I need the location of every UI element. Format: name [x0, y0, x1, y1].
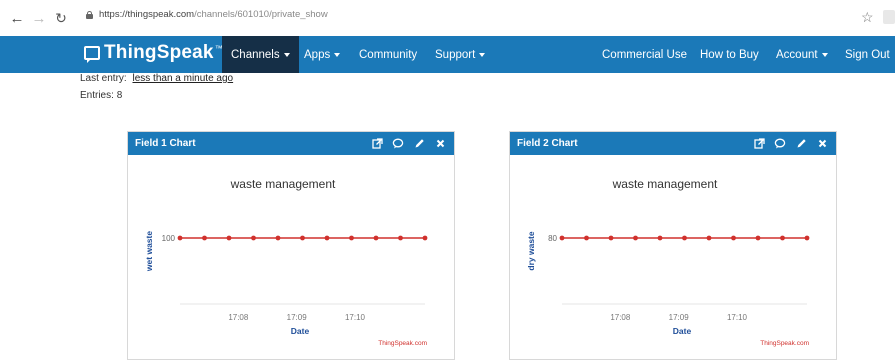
data-point [177, 235, 183, 241]
forward-arrow-icon[interactable]: → [28, 7, 50, 29]
url-path: /channels/601010/private_show [194, 9, 328, 20]
field-2-chart-panel: Field 2 Chart waste management dry waste 8… [509, 131, 837, 360]
x-tick-label: 17:10 [727, 313, 748, 322]
y-tick-label: 80 [548, 234, 557, 243]
nav-sign-out[interactable]: Sign Out [845, 36, 890, 73]
nav-channels[interactable]: Channels [222, 36, 299, 73]
nav-commercial-use[interactable]: Commercial Use [602, 36, 687, 73]
data-point [202, 235, 207, 241]
x-axis-title: Date [673, 326, 692, 336]
chevron-down-icon [479, 52, 486, 57]
data-point [559, 235, 565, 241]
external-link-icon[interactable] [753, 136, 765, 150]
panel-tools [371, 136, 446, 150]
chevron-down-icon [334, 52, 341, 57]
browser-toolbar: ← → ↻ https://thingspeak.com/channels/60… [0, 0, 895, 36]
x-tick-label: 17:08 [228, 313, 249, 322]
data-point [251, 235, 256, 241]
close-icon[interactable] [816, 136, 828, 150]
data-point [657, 235, 663, 241]
pencil-icon[interactable] [795, 136, 807, 150]
nav-apps-label: Apps [304, 48, 331, 61]
x-tick-label: 17:09 [669, 313, 690, 322]
chevron-down-icon [283, 52, 290, 57]
site-navbar: ThingSpeak ™ Channels Apps Community Sup… [0, 36, 895, 73]
data-point [804, 235, 810, 241]
nav-account-label: Account [776, 48, 818, 61]
data-point [300, 235, 305, 241]
url-host: https://thingspeak.com [99, 9, 195, 20]
panel-title: Field 2 Chart [517, 138, 578, 149]
speech-bubble-icon [84, 46, 100, 63]
x-tick-label: 17:10 [345, 313, 366, 322]
chart-title: waste management [230, 177, 336, 191]
reload-icon[interactable]: ↻ [50, 7, 72, 29]
field-1-line-chart: waste management wet waste 100 17:08 17:09 17… [144, 177, 428, 347]
bookmark-star-icon[interactable]: ☆ [861, 9, 874, 26]
x-tick-label: 17:08 [610, 313, 631, 322]
chart-title: waste management [612, 177, 718, 191]
data-point [584, 235, 589, 241]
chevron-down-icon [821, 52, 828, 57]
field-1-chart-panel: Field 1 Chart waste management wet waste 1… [127, 131, 455, 360]
y-axis-title: wet waste [144, 231, 154, 272]
panel-header: Field 2 Chart [510, 132, 836, 155]
data-point [608, 235, 614, 241]
address-bar[interactable]: https://thingspeak.com/channels/601010/p… [86, 9, 328, 20]
x-tick-label: 17:09 [287, 313, 308, 322]
last-entry-label: Last entry: [80, 73, 127, 84]
lock-icon [86, 10, 93, 19]
nav-community[interactable]: Community [359, 36, 417, 73]
nav-apps[interactable]: Apps [304, 36, 341, 73]
x-axis-title: Date [291, 326, 310, 336]
last-entry-row: Last entry: less than a minute ago [80, 73, 233, 84]
data-point [731, 235, 736, 241]
data-point [226, 235, 232, 241]
panel-header: Field 1 Chart [128, 132, 454, 155]
y-tick-label: 100 [162, 234, 176, 243]
pencil-icon[interactable] [413, 136, 425, 150]
field-2-line-chart: waste management dry waste 80 17:08 17:09 17:… [526, 177, 810, 347]
data-point [706, 235, 712, 241]
panel-title: Field 1 Chart [135, 138, 196, 149]
data-point [682, 235, 687, 241]
data-point [755, 235, 761, 241]
data-point [275, 235, 281, 241]
extension-icon[interactable] [883, 10, 895, 24]
data-point [349, 235, 354, 241]
data-point [780, 235, 785, 241]
nav-how-to-buy[interactable]: How to Buy [700, 36, 759, 73]
close-icon[interactable] [434, 136, 446, 150]
nav-account[interactable]: Account [776, 36, 828, 73]
thingspeak-logo[interactable]: ThingSpeak ™ [84, 42, 223, 64]
data-point [422, 235, 428, 241]
data-point [398, 235, 403, 241]
data-point [324, 235, 330, 241]
nav-channels-label: Channels [231, 48, 280, 61]
chart-credit: ThingSpeak.com [760, 340, 809, 347]
chart-credit: ThingSpeak.com [378, 340, 427, 347]
nav-support-label: Support [435, 48, 476, 61]
comment-icon[interactable] [392, 136, 404, 150]
data-point [633, 235, 638, 241]
panel-tools [753, 136, 828, 150]
entries-label: Entries: [80, 90, 114, 101]
brand-name: ThingSpeak [104, 42, 214, 63]
comment-icon[interactable] [774, 136, 786, 150]
entries-count: 8 [116, 90, 123, 101]
data-point [373, 235, 379, 241]
y-axis-title: dry waste [526, 231, 536, 270]
external-link-icon[interactable] [371, 136, 383, 150]
last-entry-link[interactable]: less than a minute ago [132, 73, 233, 84]
entries-row: Entries: 8 [80, 90, 122, 101]
back-arrow-icon[interactable]: ← [6, 7, 28, 29]
nav-support[interactable]: Support [435, 36, 486, 73]
